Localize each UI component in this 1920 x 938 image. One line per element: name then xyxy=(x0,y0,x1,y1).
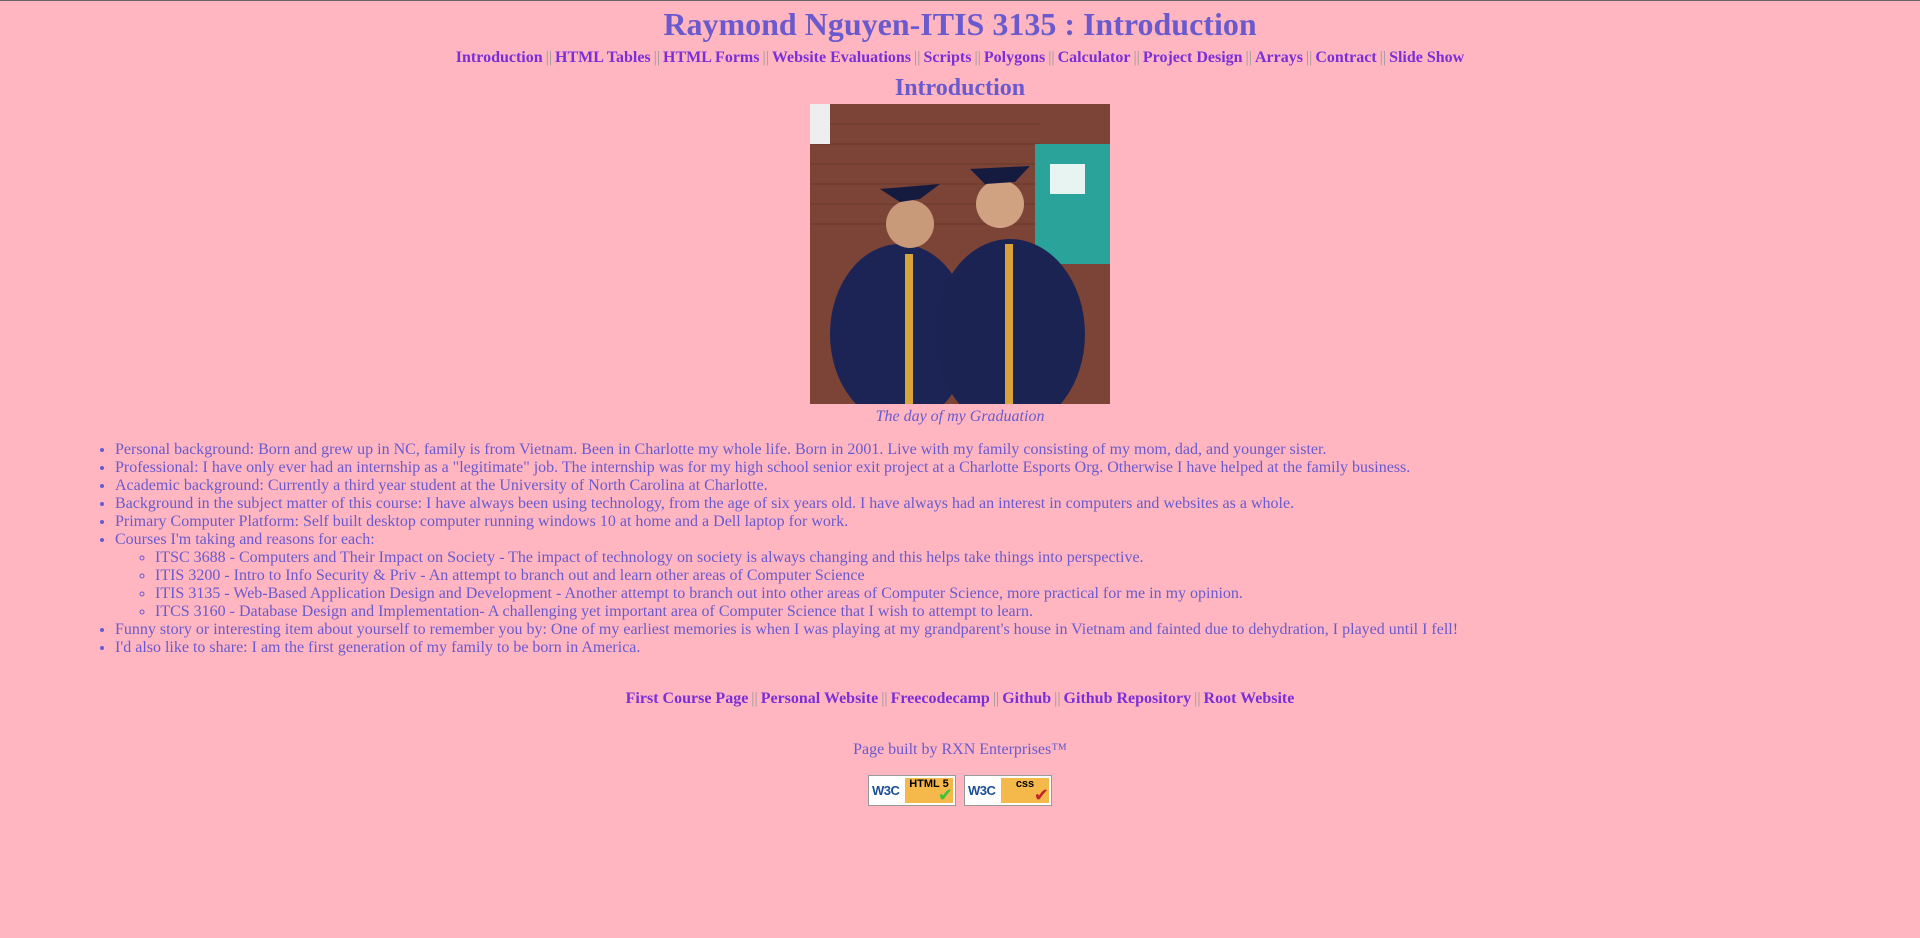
courses-label: Courses I'm taking and reasons for each: xyxy=(115,531,375,548)
nav-separator: || xyxy=(1048,49,1055,66)
nav-separator: || xyxy=(914,49,921,66)
nav-separator: || xyxy=(1305,49,1313,66)
footer-nav: First Course Page || Personal Website || Fre… xyxy=(0,689,1920,709)
nav-separator: || xyxy=(974,49,981,66)
checkmark-icon: ✔ xyxy=(1033,785,1049,805)
w3c-logo: W3C xyxy=(968,783,996,798)
graduation-figure: The day of my Graduation xyxy=(0,104,1920,426)
course-item: ITCS 3160 - Database Design and Implemen… xyxy=(155,603,1920,621)
graduation-photo-illustration xyxy=(810,104,1110,404)
footer-separator: || xyxy=(1194,690,1201,707)
footer-link-first-course-page[interactable]: First Course Page xyxy=(626,690,749,707)
nav-link-introduction[interactable]: Introduction xyxy=(456,49,543,66)
footer-link-root-website[interactable]: Root Website xyxy=(1204,690,1295,707)
course-item: ITIS 3135 - Web-Based Application Design… xyxy=(155,585,1920,603)
bio-platform: Primary Computer Platform: Self built de… xyxy=(115,513,1920,531)
footer-link-github[interactable]: Github xyxy=(1002,690,1051,707)
nav-separator: || xyxy=(545,49,553,66)
nav-link-polygons[interactable]: Polygons xyxy=(984,49,1045,66)
bio-funny-story: Funny story or interesting item about yo… xyxy=(115,621,1920,639)
footer-separator: || xyxy=(751,690,758,707)
bio-subject-background: Background in the subject matter of this… xyxy=(115,495,1920,513)
footer-separator: || xyxy=(992,690,1000,707)
nav-separator: || xyxy=(1133,49,1140,66)
nav-link-html-tables[interactable]: HTML Tables xyxy=(555,49,651,66)
footer-separator: || xyxy=(1054,690,1061,707)
validation-badges: W3C HTML 5 ✔ W3C css ✔ xyxy=(0,775,1920,806)
main-nav: Introduction || HTML Tables || HTML Forms || W… xyxy=(0,48,1920,68)
nav-link-slide-show[interactable]: Slide Show xyxy=(1389,49,1464,66)
bio-personal: Personal background: Born and grew up in… xyxy=(115,441,1920,459)
nav-link-html-forms[interactable]: HTML Forms xyxy=(663,49,759,66)
main-content: Introduction The day of my Graduation • … xyxy=(0,75,1920,657)
footer-link-github-repository[interactable]: Github Repository xyxy=(1064,690,1192,707)
nav-link-arrays[interactable]: Arrays xyxy=(1255,49,1303,66)
nav-link-calculator[interactable]: Calculator xyxy=(1058,49,1131,66)
bio-share: I'd also like to share: I am the first g… xyxy=(115,639,1920,657)
nav-link-website-evaluations[interactable]: Website Evaluations xyxy=(772,49,911,66)
nav-separator: || xyxy=(1379,49,1387,66)
nav-link-scripts[interactable]: Scripts xyxy=(923,49,971,66)
w3c-logo: W3C xyxy=(872,783,900,798)
checkmark-icon: ✔ xyxy=(937,785,953,805)
page-header: Raymond Nguyen-ITIS 3135 : Introduction … xyxy=(0,7,1920,68)
bio-courses: Courses I'm taking and reasons for each:… xyxy=(115,531,1920,621)
courses-list: ITSC 3688 - Computers and Their Impact o… xyxy=(115,549,1920,621)
bio-professional: Professional: I have only ever had an in… xyxy=(115,459,1920,477)
built-by-text: Page built by RXN Enterprises™ xyxy=(853,741,1067,758)
page-title: Raymond Nguyen-ITIS 3135 : Introduction xyxy=(663,6,1257,42)
graduation-photo xyxy=(810,104,1110,404)
section-heading: Introduction xyxy=(894,75,1026,101)
nav-separator: || xyxy=(653,49,661,66)
course-item: ITSC 3688 - Computers and Their Impact o… xyxy=(155,549,1920,567)
bio-list: Personal background: Born and grew up in… xyxy=(0,441,1920,657)
course-item: ITIS 3200 - Intro to Info Security & Pri… xyxy=(155,567,1920,585)
nav-link-contract[interactable]: Contract xyxy=(1315,49,1376,66)
footer-separator: || xyxy=(881,690,888,707)
html5-validation-badge[interactable]: W3C HTML 5 ✔ xyxy=(868,775,956,806)
nav-separator: || xyxy=(762,49,769,66)
page-footer: First Course Page || Personal Website || Fre… xyxy=(0,689,1920,806)
css-validation-badge[interactable]: W3C css ✔ xyxy=(964,775,1052,806)
photo-caption: The day of my Graduation xyxy=(875,408,1045,425)
bio-academic: Academic background: Currently a third y… xyxy=(115,477,1920,495)
footer-link-freecodecamp[interactable]: Freecodecamp xyxy=(891,690,990,707)
nav-separator: || xyxy=(1245,49,1252,66)
nav-link-project-design[interactable]: Project Design xyxy=(1143,49,1243,66)
footer-link-personal-website[interactable]: Personal Website xyxy=(761,690,878,707)
